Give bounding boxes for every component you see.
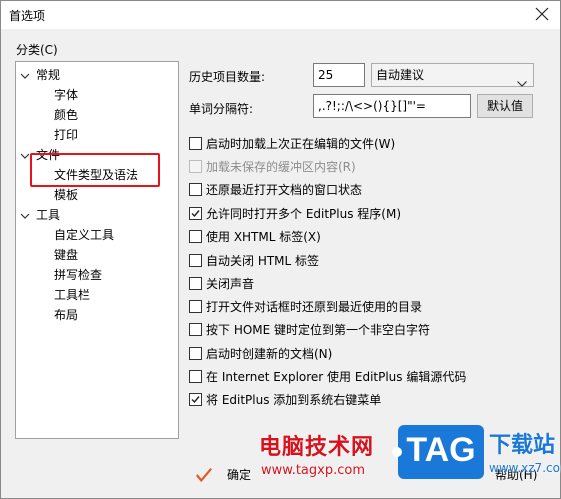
default-button[interactable]: 默认值: [477, 94, 533, 118]
option-checkbox[interactable]: [189, 183, 202, 196]
chevron-down-icon[interactable]: [20, 150, 30, 160]
title-bar: 首选项: [1, 1, 560, 29]
tree-item-keyboard[interactable]: 键盘: [54, 246, 78, 264]
preferences-dialog: 首选项 分类(C) 常规 字体 颜色 打印 文件 文件类型及语法 模板 工具 自…: [0, 0, 561, 499]
history-count-input[interactable]: 25: [313, 63, 365, 87]
delimiter-label: 单词分隔符:: [189, 102, 254, 116]
tree-item-template[interactable]: 模板: [54, 186, 78, 204]
history-mode-value: 自动建议: [376, 68, 425, 82]
option-checkbox[interactable]: [189, 230, 202, 243]
tree-item-font[interactable]: 字体: [54, 86, 78, 104]
option-checkbox[interactable]: [189, 347, 202, 360]
option-checkbox[interactable]: [189, 370, 202, 383]
tag-logo: TAG: [392, 425, 484, 479]
watermark-logo-url: www.xz7.com: [489, 461, 561, 475]
tree-item-general[interactable]: 常规: [36, 66, 60, 84]
watermark-site-name: 电脑技术网: [259, 435, 375, 460]
option-checkbox[interactable]: [189, 137, 202, 150]
tree-item-print[interactable]: 打印: [54, 126, 78, 144]
watermark-logo-sub: 下载站: [489, 433, 556, 458]
option-checkbox[interactable]: [189, 254, 202, 267]
window-title: 首选项: [9, 9, 46, 23]
tag-logo-text: TAG: [406, 431, 476, 469]
categories-label: 分类(C): [16, 43, 58, 57]
option-checkbox[interactable]: [189, 207, 202, 220]
watermark: 电脑技术网 www.tagxp.com TAG 下载站 www.xz7.com: [257, 425, 561, 495]
chevron-down-icon: [517, 72, 527, 87]
tree-item-color[interactable]: 颜色: [54, 106, 78, 124]
checkmark-icon: [195, 468, 213, 483]
tree-item-tools[interactable]: 工具: [36, 206, 60, 224]
tree-item-layout[interactable]: 布局: [54, 306, 78, 324]
watermark-site-url: www.tagxp.com: [261, 463, 365, 478]
delimiter-input[interactable]: ,.?!;:/\<>(){}[]"'=: [313, 94, 471, 118]
category-tree[interactable]: 常规 字体 颜色 打印 文件 文件类型及语法 模板 工具 自定义工具 键盘 拼写…: [15, 61, 179, 439]
option-checkbox[interactable]: [189, 323, 202, 336]
history-label: 历史项目数量:: [189, 70, 266, 84]
ok-button-label: 确定: [227, 468, 252, 482]
check-icon: [191, 396, 200, 404]
option-checkbox[interactable]: [189, 277, 202, 290]
history-mode-select[interactable]: 自动建议: [371, 63, 534, 87]
tag-logo-dot: [392, 447, 402, 457]
chevron-down-icon[interactable]: [20, 70, 30, 80]
check-icon: [191, 210, 200, 218]
option-checkbox[interactable]: [189, 300, 202, 313]
chevron-down-icon[interactable]: [20, 210, 30, 220]
option-checkbox: [189, 160, 202, 173]
highlight-box: [30, 153, 160, 187]
tree-item-toolbar[interactable]: 工具栏: [54, 286, 90, 304]
tree-item-user-tools[interactable]: 自定义工具: [54, 226, 114, 244]
close-icon[interactable]: [532, 4, 552, 24]
tree-item-spell-check[interactable]: 拼写检查: [54, 266, 102, 284]
option-checkbox[interactable]: [189, 393, 202, 406]
